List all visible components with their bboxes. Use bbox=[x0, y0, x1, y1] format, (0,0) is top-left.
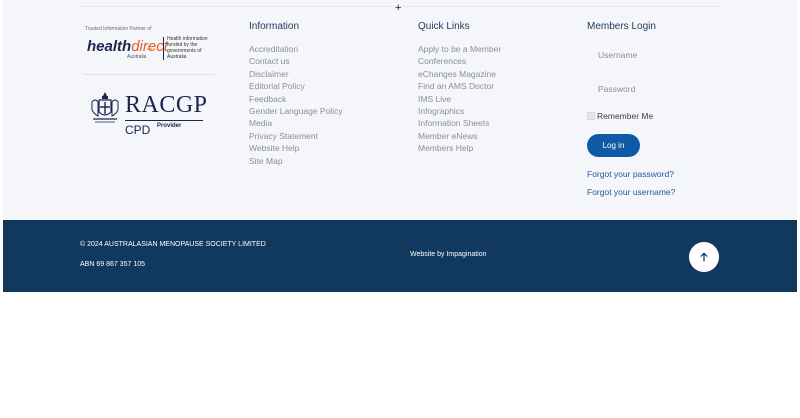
racgp-cpd-logo[interactable]: RACGP CPD Provider bbox=[89, 88, 209, 137]
forgot-password-link[interactable]: Forgot your password? bbox=[587, 169, 674, 179]
plus-icon: + bbox=[395, 2, 402, 14]
info-link-gender-language-policy[interactable]: Gender Language Policy bbox=[249, 105, 343, 117]
info-link-privacy-statement[interactable]: Privacy Statement bbox=[249, 130, 343, 142]
arrow-up-icon bbox=[700, 252, 708, 262]
password-input[interactable] bbox=[587, 76, 717, 102]
info-link-media[interactable]: Media bbox=[249, 117, 343, 129]
information-column: Information Accreditation Contact us Dis… bbox=[249, 20, 343, 167]
info-link-website-help[interactable]: Website Help bbox=[249, 142, 343, 154]
remember-me-label: Remember Me bbox=[597, 111, 654, 121]
info-link-site-map[interactable]: Site Map bbox=[249, 155, 343, 167]
username-input[interactable] bbox=[587, 42, 717, 68]
racgp-provider-label: Provider bbox=[157, 123, 182, 129]
coat-of-arms-icon bbox=[91, 92, 119, 123]
copyright-text: © 2024 AUSTRALASIAN MENOPAUSE SOCIETY LI… bbox=[80, 241, 266, 248]
healthdirect-sub: Australia bbox=[127, 54, 147, 60]
forgot-username-link[interactable]: Forgot your username? bbox=[587, 187, 675, 197]
quick-link-ims-live[interactable]: IMS Live bbox=[418, 93, 501, 105]
remember-me-checkbox[interactable] bbox=[587, 112, 595, 120]
website-credit-link[interactable]: Website by Impagination bbox=[410, 251, 487, 258]
footer-top-area: + Trusted Information Partner of healthd… bbox=[3, 0, 797, 220]
quick-link-conferences[interactable]: Conferences bbox=[418, 55, 501, 67]
info-link-accreditation[interactable]: Accreditation bbox=[249, 43, 343, 55]
login-button[interactable]: Log in bbox=[587, 134, 640, 157]
abn-text: ABN 69 867 357 105 bbox=[80, 261, 145, 268]
quick-link-members-help[interactable]: Members Help bbox=[418, 142, 501, 154]
quick-link-find-doctor[interactable]: Find an AMS Doctor bbox=[418, 80, 501, 92]
page-footer: + Trusted Information Partner of healthd… bbox=[3, 0, 797, 292]
healthdirect-word-main: health bbox=[87, 38, 132, 55]
quick-link-information-sheets[interactable]: Information Sheets bbox=[418, 117, 501, 129]
back-to-top-button[interactable] bbox=[689, 242, 719, 272]
racgp-cpd-label: CPD bbox=[125, 123, 151, 137]
info-link-feedback[interactable]: Feedback bbox=[249, 93, 343, 105]
racgp-wordmark: RACGP bbox=[125, 92, 208, 118]
members-login-title: Members Login bbox=[587, 21, 656, 32]
remember-me-option[interactable]: Remember Me bbox=[587, 111, 653, 121]
healthdirect-dots-icon bbox=[147, 37, 156, 55]
racgp-underline bbox=[125, 120, 203, 121]
quick-link-infographics[interactable]: Infographics bbox=[418, 105, 501, 117]
quick-link-member-enews[interactable]: Member eNews bbox=[418, 130, 501, 142]
quick-links-column: Quick Links Apply to be a Member Confere… bbox=[418, 20, 501, 155]
quick-links-title: Quick Links bbox=[418, 21, 470, 32]
info-link-contact[interactable]: Contact us bbox=[249, 55, 343, 67]
information-title: Information bbox=[249, 21, 300, 32]
quick-link-apply-member[interactable]: Apply to be a Member bbox=[418, 43, 501, 55]
info-link-editorial-policy[interactable]: Editorial Policy bbox=[249, 80, 343, 92]
partner-divider bbox=[83, 74, 215, 75]
footer-bottom-bar: © 2024 AUSTRALASIAN MENOPAUSE SOCIETY LI… bbox=[3, 220, 797, 292]
healthdirect-tagline: Trusted Information Partner of bbox=[85, 26, 152, 32]
info-link-disclaimer[interactable]: Disclaimer bbox=[249, 68, 343, 80]
healthdirect-divider bbox=[163, 37, 164, 60]
healthdirect-note: Health information funded by the governm… bbox=[167, 36, 208, 60]
members-login-form: Members Login Remember Me Log in Forgot … bbox=[587, 20, 737, 210]
quick-link-echanges-magazine[interactable]: eChanges Magazine bbox=[418, 68, 501, 80]
partner-logos: Trusted Information Partner of healthdir… bbox=[83, 26, 215, 66]
healthdirect-logo[interactable]: Trusted Information Partner of healthdir… bbox=[83, 26, 215, 66]
